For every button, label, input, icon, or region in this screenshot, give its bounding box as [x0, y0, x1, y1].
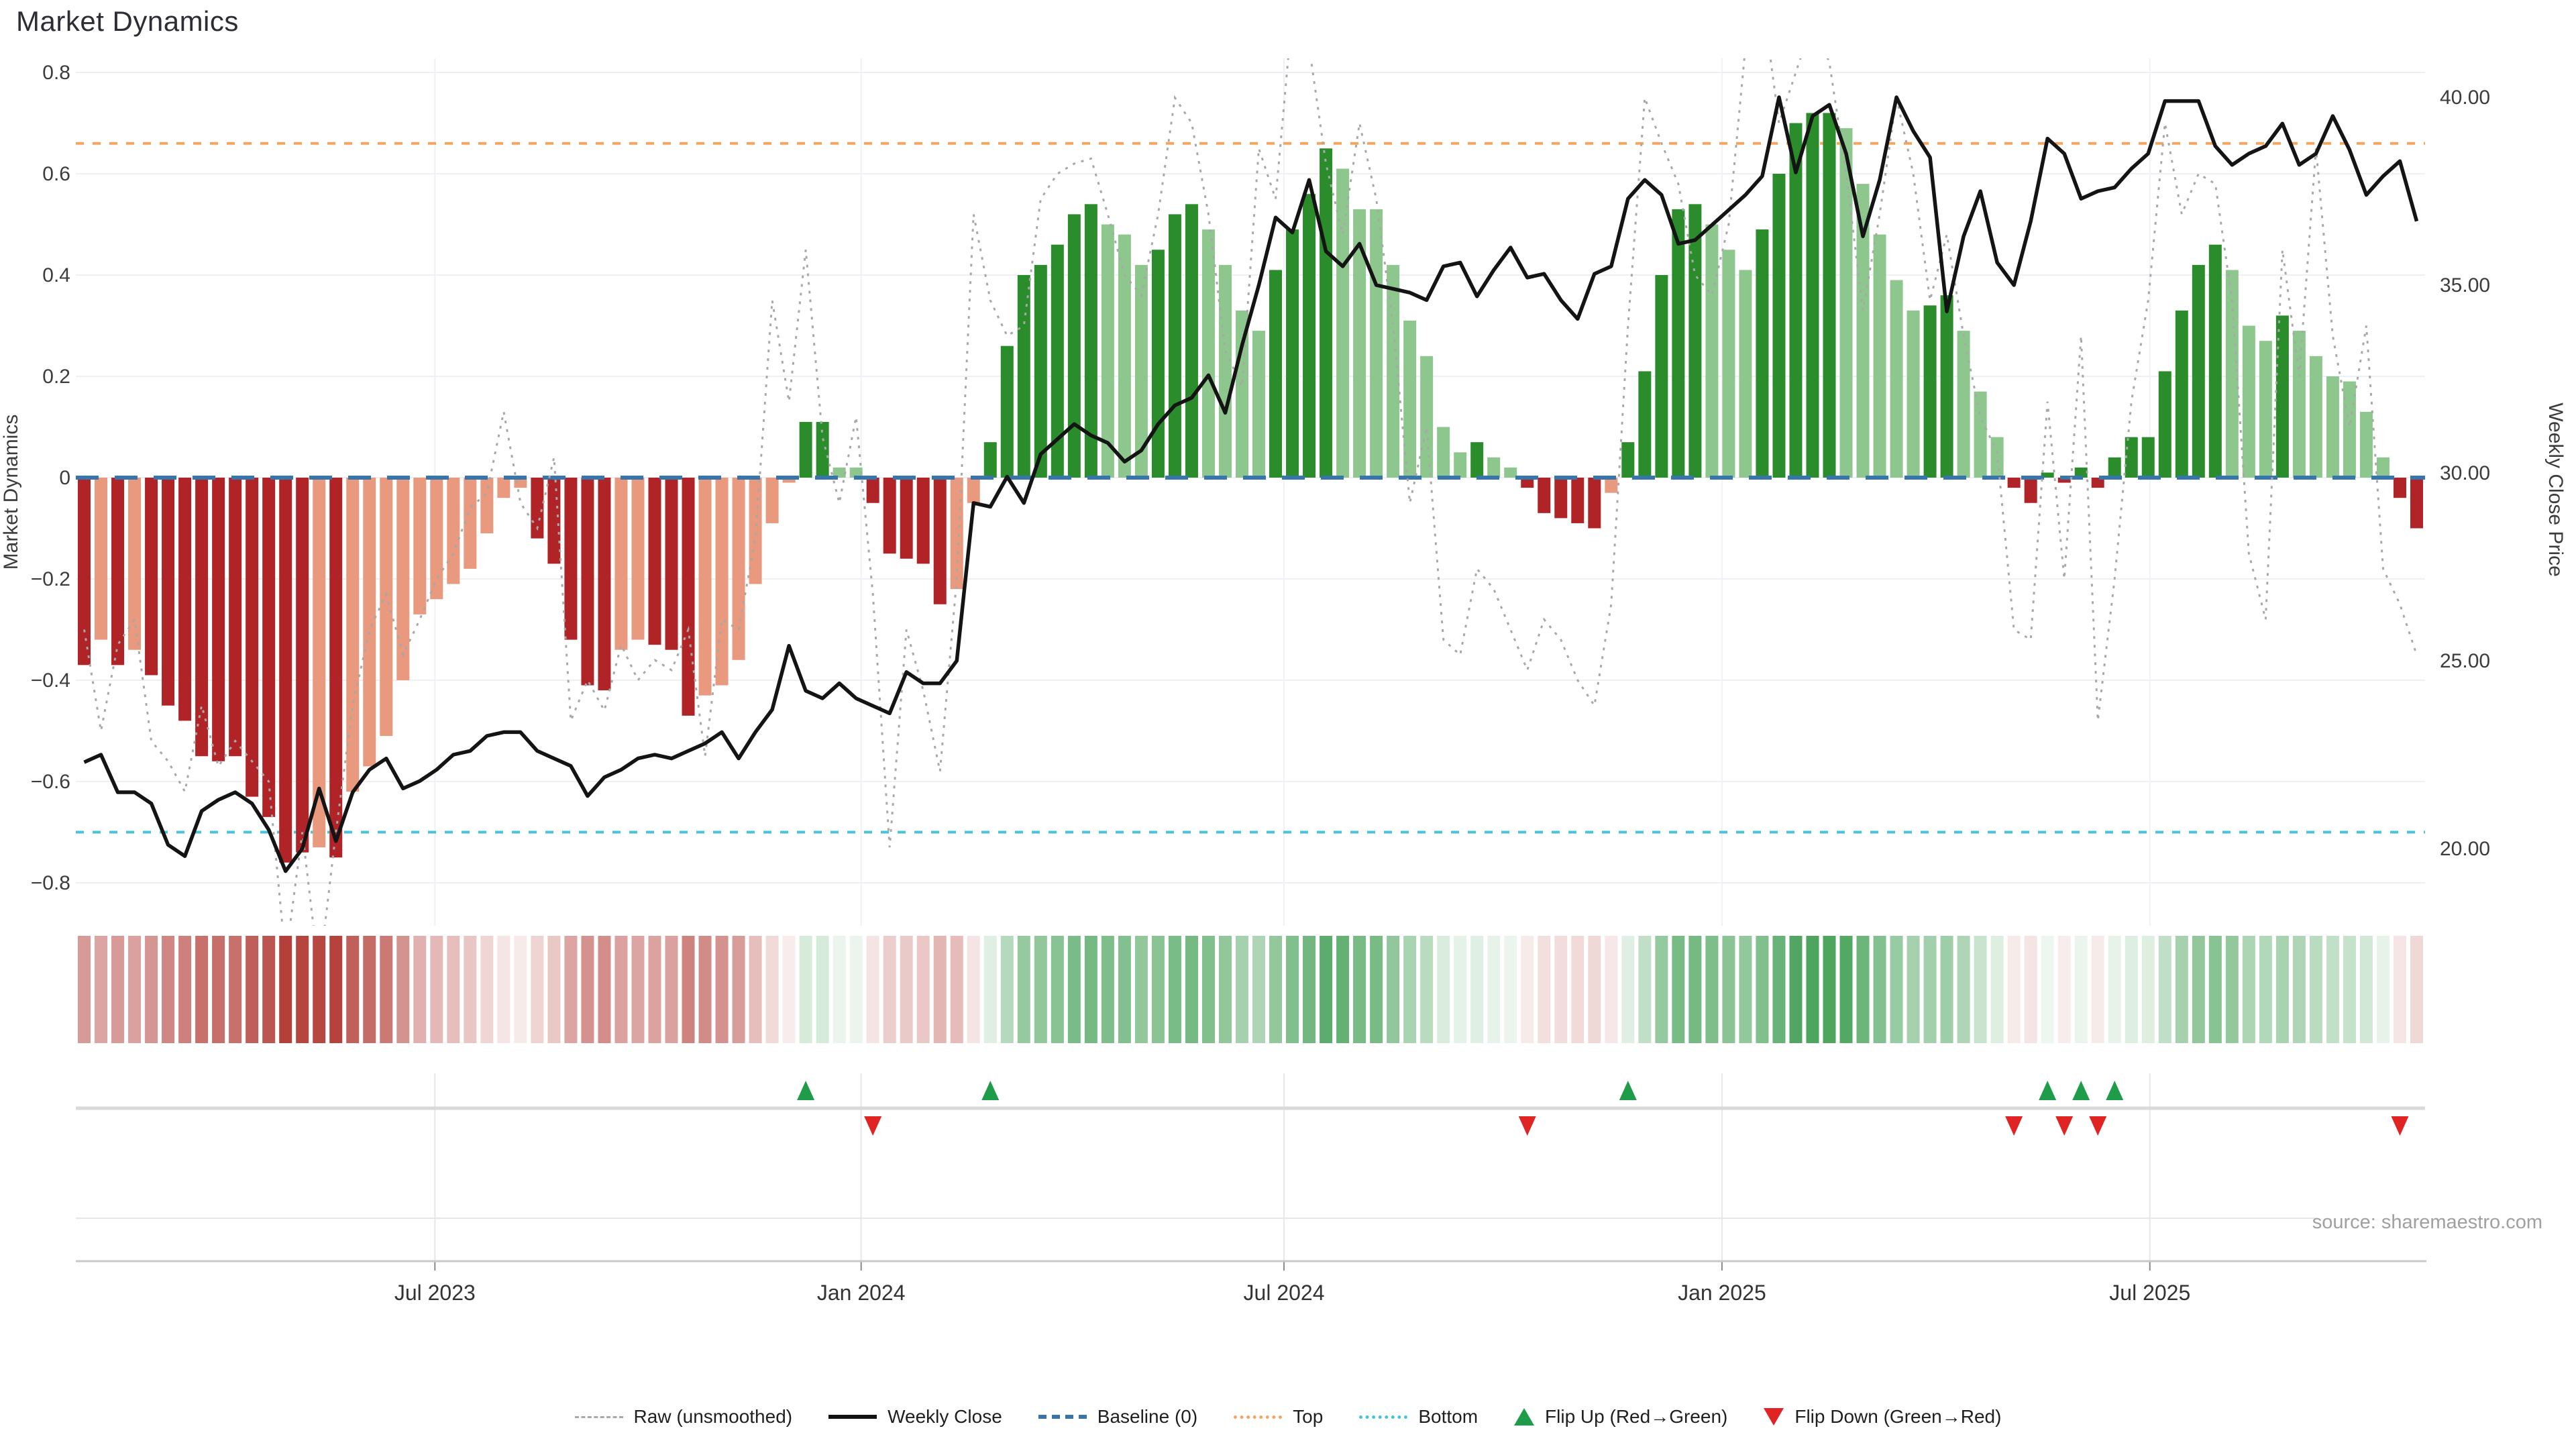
flip-down-icon [1764, 1408, 1784, 1426]
x-tick-label: Jul 2025 [2109, 1281, 2190, 1305]
right-axis-title: Weekly Close Price [2544, 402, 2567, 577]
svg-text:0.6: 0.6 [42, 163, 70, 185]
legend-label: Raw (unsmoothed) [634, 1406, 793, 1428]
heatmap-strip [78, 936, 2423, 1043]
svg-text:0: 0 [59, 467, 70, 489]
legend-item-weekly-close: Weekly Close [828, 1406, 1002, 1428]
svg-text:30.00: 30.00 [2440, 462, 2490, 484]
flip-up-icon [1514, 1408, 1534, 1426]
x-tick-label: Jul 2024 [1244, 1281, 1325, 1305]
baseline-swatch [1038, 1415, 1087, 1419]
chart-page: Market Dynamics Jul 2023 Jan 2024 Jul 2024… [0, 0, 2576, 1449]
svg-text:40.00: 40.00 [2440, 87, 2490, 109]
x-tick-label: Jan 2025 [1678, 1281, 1766, 1305]
legend-item-flip-up: Flip Up (Red→Green) [1514, 1406, 1727, 1428]
legend-item-raw: Raw (unsmoothed) [575, 1406, 793, 1428]
bottom-line-swatch [1359, 1415, 1407, 1419]
legend-item-bottom: Bottom [1359, 1406, 1478, 1428]
svg-text:25.00: 25.00 [2440, 650, 2490, 672]
left-axis-title: Market Dynamics [0, 415, 22, 570]
gridlines [76, 58, 2425, 926]
legend-label: Baseline (0) [1097, 1406, 1197, 1428]
weekly-close-swatch [828, 1415, 877, 1419]
top-line-swatch [1234, 1415, 1282, 1419]
legend-label: Weekly Close [888, 1406, 1002, 1428]
svg-text:35.00: 35.00 [2440, 274, 2490, 297]
x-tick-label: Jul 2023 [394, 1281, 476, 1305]
svg-text:0.2: 0.2 [42, 366, 70, 388]
svg-text:20.00: 20.00 [2440, 838, 2490, 860]
flip-down-markers [864, 1116, 2408, 1136]
legend-item-baseline: Baseline (0) [1038, 1406, 1197, 1428]
legend-label: Bottom [1418, 1406, 1478, 1428]
raw-line-swatch [575, 1416, 623, 1418]
legend-label: Flip Up (Red→Green) [1545, 1406, 1727, 1428]
x-tick-label: Jan 2024 [817, 1281, 906, 1305]
svg-text:−0.2: −0.2 [31, 568, 70, 590]
legend-label: Flip Down (Green→Red) [1794, 1406, 2001, 1428]
source-credit: source: sharemaestro.com [0, 1212, 2542, 1234]
right-axis-ticks: 40.00 35.00 30.00 25.00 20.00 [2440, 87, 2490, 860]
svg-text:−0.4: −0.4 [31, 669, 70, 692]
svg-text:−0.6: −0.6 [31, 771, 70, 793]
legend-item-flip-down: Flip Down (Green→Red) [1764, 1406, 2001, 1428]
svg-text:−0.8: −0.8 [31, 872, 70, 894]
svg-text:0.8: 0.8 [42, 62, 70, 84]
legend-item-top: Top [1234, 1406, 1323, 1428]
svg-text:0.4: 0.4 [42, 264, 70, 286]
chart-legend: Raw (unsmoothed) Weekly Close Baseline (… [0, 1406, 2576, 1428]
flip-up-markers [797, 1081, 2123, 1100]
left-axis-ticks: 0.8 0.6 0.4 0.2 0 −0.2 −0.4 −0.6 −0.8 [31, 62, 70, 894]
legend-label: Top [1293, 1406, 1323, 1428]
